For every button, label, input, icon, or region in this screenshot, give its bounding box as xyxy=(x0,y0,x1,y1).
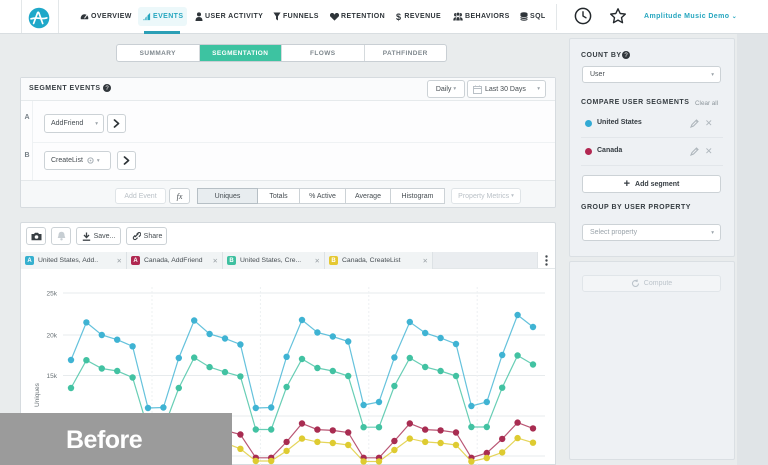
svg-text:Uniques: Uniques xyxy=(34,382,41,407)
svg-text:20k: 20k xyxy=(47,332,58,339)
svg-text:25k: 25k xyxy=(47,290,58,297)
svg-text:15k: 15k xyxy=(47,373,58,380)
